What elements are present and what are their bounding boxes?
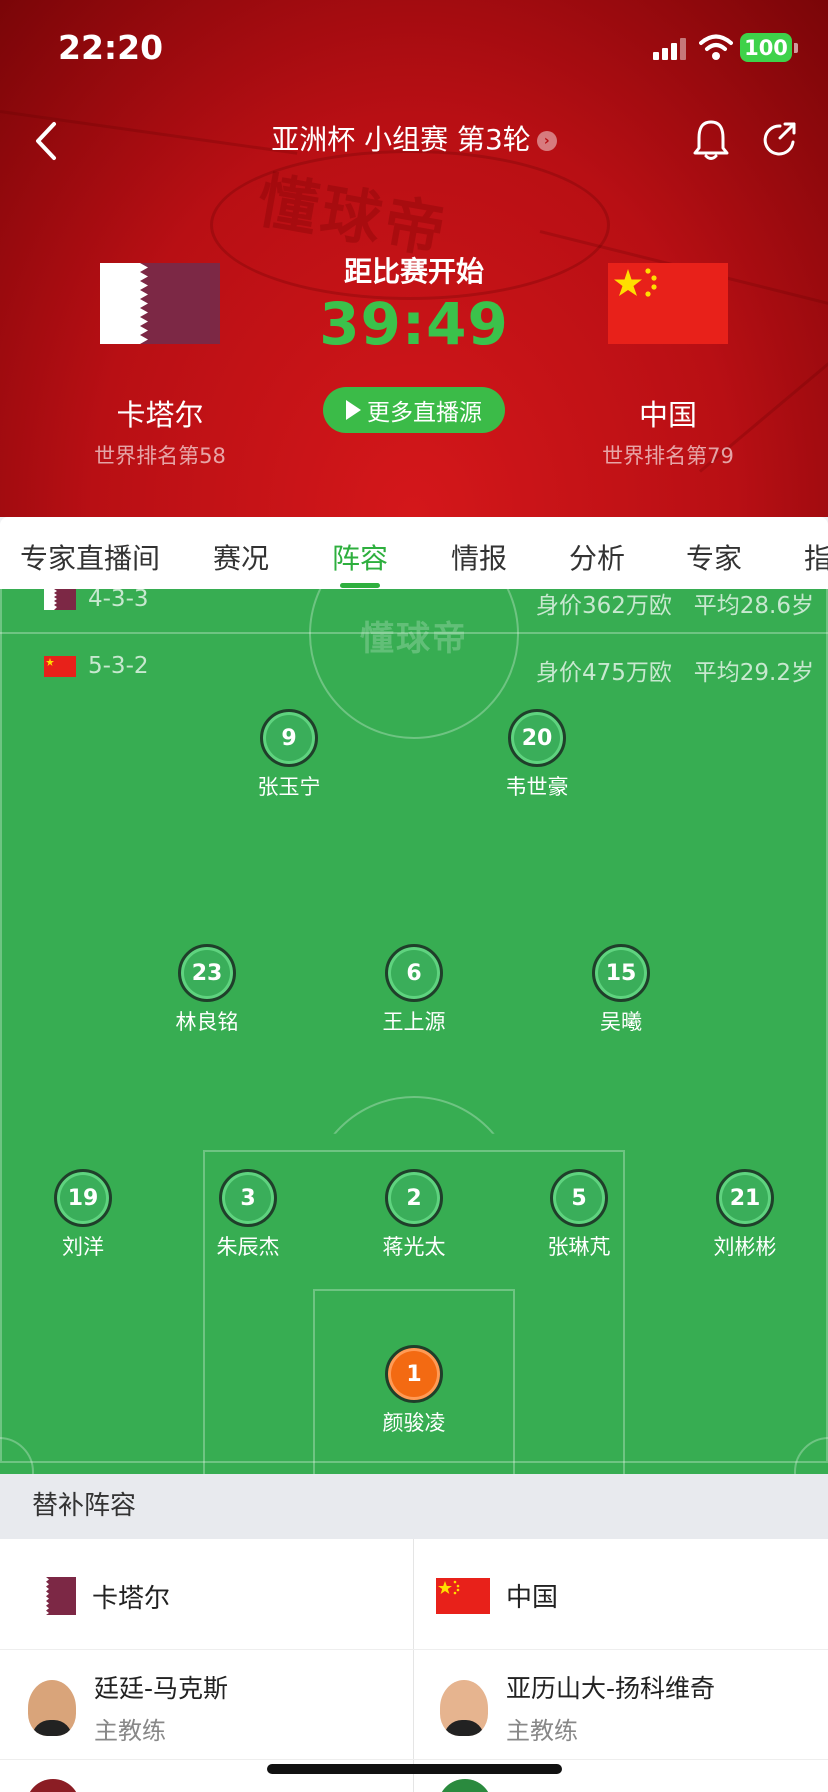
avatar [28, 1679, 76, 1736]
player-number: 15 [592, 944, 650, 1002]
away-coach[interactable]: 亚历山大-扬科维奇 主教练 [440, 1669, 715, 1746]
player-number: 6 [385, 944, 443, 1002]
away-formation-text: 5-3-2 [88, 653, 149, 679]
home-indicator [267, 1764, 562, 1774]
avatar [26, 1779, 80, 1792]
away-team-rank: 世界排名第79 [602, 444, 734, 468]
china-flag-icon [608, 263, 728, 344]
home-subs-team-name: 卡塔尔 [92, 1583, 171, 1614]
battery-indicator: 100 [740, 33, 798, 62]
match-tabs: 专家直播间 赛况 阵容 情报 分析 专家 指 [0, 517, 828, 589]
player-name: 张玉宁 [257, 775, 321, 799]
home-coach-name: 廷廷-马克斯 [94, 1674, 229, 1703]
avatar [440, 1679, 488, 1736]
away-subs-team-name: 中国 [506, 1583, 559, 1613]
player-name: 颜骏凌 [382, 1411, 446, 1435]
avatar [438, 1779, 492, 1792]
chevron-right-icon: › [536, 131, 557, 151]
player-token[interactable]: 19 刘洋 [3, 1169, 163, 1261]
player-number: 9 [260, 709, 318, 767]
away-coach-name: 亚历山大-扬科维奇 [506, 1674, 716, 1703]
player-token[interactable]: 3 朱辰杰 [168, 1169, 328, 1261]
tab-intel[interactable]: 情报 [451, 537, 507, 577]
share-icon[interactable] [760, 120, 800, 160]
player-name: 林良铭 [175, 1010, 239, 1034]
player-number: 23 [178, 944, 236, 1002]
home-coach-role: 主教练 [94, 1717, 166, 1745]
player-number: 2 [385, 1169, 443, 1227]
home-formation-text: 4-3-3 [88, 589, 149, 612]
home-average-age: 平均28.6岁 [693, 593, 814, 619]
qatar-flag-icon [38, 1577, 76, 1615]
player-token[interactable]: 6 王上源 [334, 944, 494, 1036]
player-name: 韦世豪 [505, 775, 569, 799]
away-value-meta: 身价475万欧 平均29.2岁 [536, 653, 814, 687]
player-name: 刘彬彬 [713, 1235, 777, 1259]
away-team-name[interactable]: 中国 [568, 392, 768, 434]
away-coach-role: 主教练 [506, 1717, 578, 1745]
tab-lineup[interactable]: 阵容 [332, 537, 388, 577]
player-name: 刘洋 [62, 1235, 104, 1259]
status-time: 22:20 [58, 28, 164, 67]
player-name: 张琳芃 [547, 1235, 611, 1259]
tab-match-status[interactable]: 赛况 [213, 537, 269, 577]
player-name: 朱辰杰 [216, 1235, 280, 1259]
player-number: 20 [508, 709, 566, 767]
home-value-meta: 身价362万欧 平均28.6岁 [536, 589, 814, 620]
china-flag-icon [44, 655, 76, 677]
player-token[interactable]: 1 颜骏凌 [334, 1345, 494, 1437]
play-icon [346, 400, 361, 420]
player-token[interactable]: 9 张玉宁 [209, 709, 369, 801]
more-live-sources-label: 更多直播源 [367, 400, 482, 426]
home-market-value: 身价362万欧 [535, 593, 672, 619]
player-number: 19 [54, 1169, 112, 1227]
away-subs-team[interactable]: 中国 [436, 1577, 558, 1614]
match-title-text: 亚洲杯 小组赛 第3轮 [271, 123, 531, 156]
tab-more[interactable]: 指 [804, 537, 828, 577]
china-flag-icon [436, 1577, 490, 1614]
qatar-flag-icon [44, 589, 76, 610]
player-name: 吴曦 [600, 1010, 642, 1034]
tab-expert-live[interactable]: 专家直播间 [20, 537, 160, 577]
home-team-rank: 世界排名第58 [94, 444, 226, 468]
player-token[interactable]: 15 吴曦 [541, 944, 701, 1036]
away-formation: 5-3-2 [44, 653, 149, 679]
player-number: 1 [385, 1345, 443, 1403]
substitutes-header: 替补阵容 [0, 1474, 828, 1539]
bell-icon[interactable] [690, 118, 732, 162]
player-token[interactable]: 23 林良铭 [127, 944, 287, 1036]
divider [0, 1649, 828, 1650]
player-number: 5 [550, 1169, 608, 1227]
player-number: 3 [219, 1169, 277, 1227]
player-token[interactable]: 2 蒋光太 [334, 1169, 494, 1261]
home-subs-team[interactable]: 卡塔尔 [38, 1577, 170, 1615]
player-token[interactable]: 21 刘彬彬 [665, 1169, 825, 1261]
home-team-name[interactable]: 卡塔尔 [60, 392, 260, 434]
player-token[interactable]: 20 韦世豪 [457, 709, 617, 801]
tab-analysis[interactable]: 分析 [569, 537, 625, 577]
player-number: 21 [716, 1169, 774, 1227]
wifi-icon [699, 34, 733, 60]
player-name: 蒋光太 [382, 1235, 446, 1259]
home-formation: 4-3-3 [44, 589, 149, 612]
more-live-sources-button[interactable]: 更多直播源 [323, 387, 505, 433]
away-market-value: 身价475万欧 [535, 660, 672, 686]
player-token[interactable]: 5 张琳芃 [499, 1169, 659, 1261]
divider [0, 1759, 828, 1760]
lineup-pitch: 懂球帝 4-3-3 身价362万欧 平均28.6岁 5-3-2 身价475万欧 … [0, 589, 828, 1474]
player-name: 王上源 [382, 1010, 446, 1034]
match-header: 懂球帝 22:20 100 亚洲杯 小组赛 第3轮› 距比赛开始 39:49 [0, 0, 828, 517]
cellular-signal-icon [653, 38, 689, 60]
substitutes-list: 卡塔尔 中国 廷廷-马克斯 主教练 亚历山大-扬科维奇 主教练 [0, 1539, 828, 1792]
divider [413, 1539, 414, 1792]
home-coach[interactable]: 廷廷-马克斯 主教练 [28, 1669, 228, 1746]
tab-experts[interactable]: 专家 [686, 537, 742, 577]
away-average-age: 平均29.2岁 [693, 660, 814, 686]
active-tab-indicator [340, 583, 380, 588]
